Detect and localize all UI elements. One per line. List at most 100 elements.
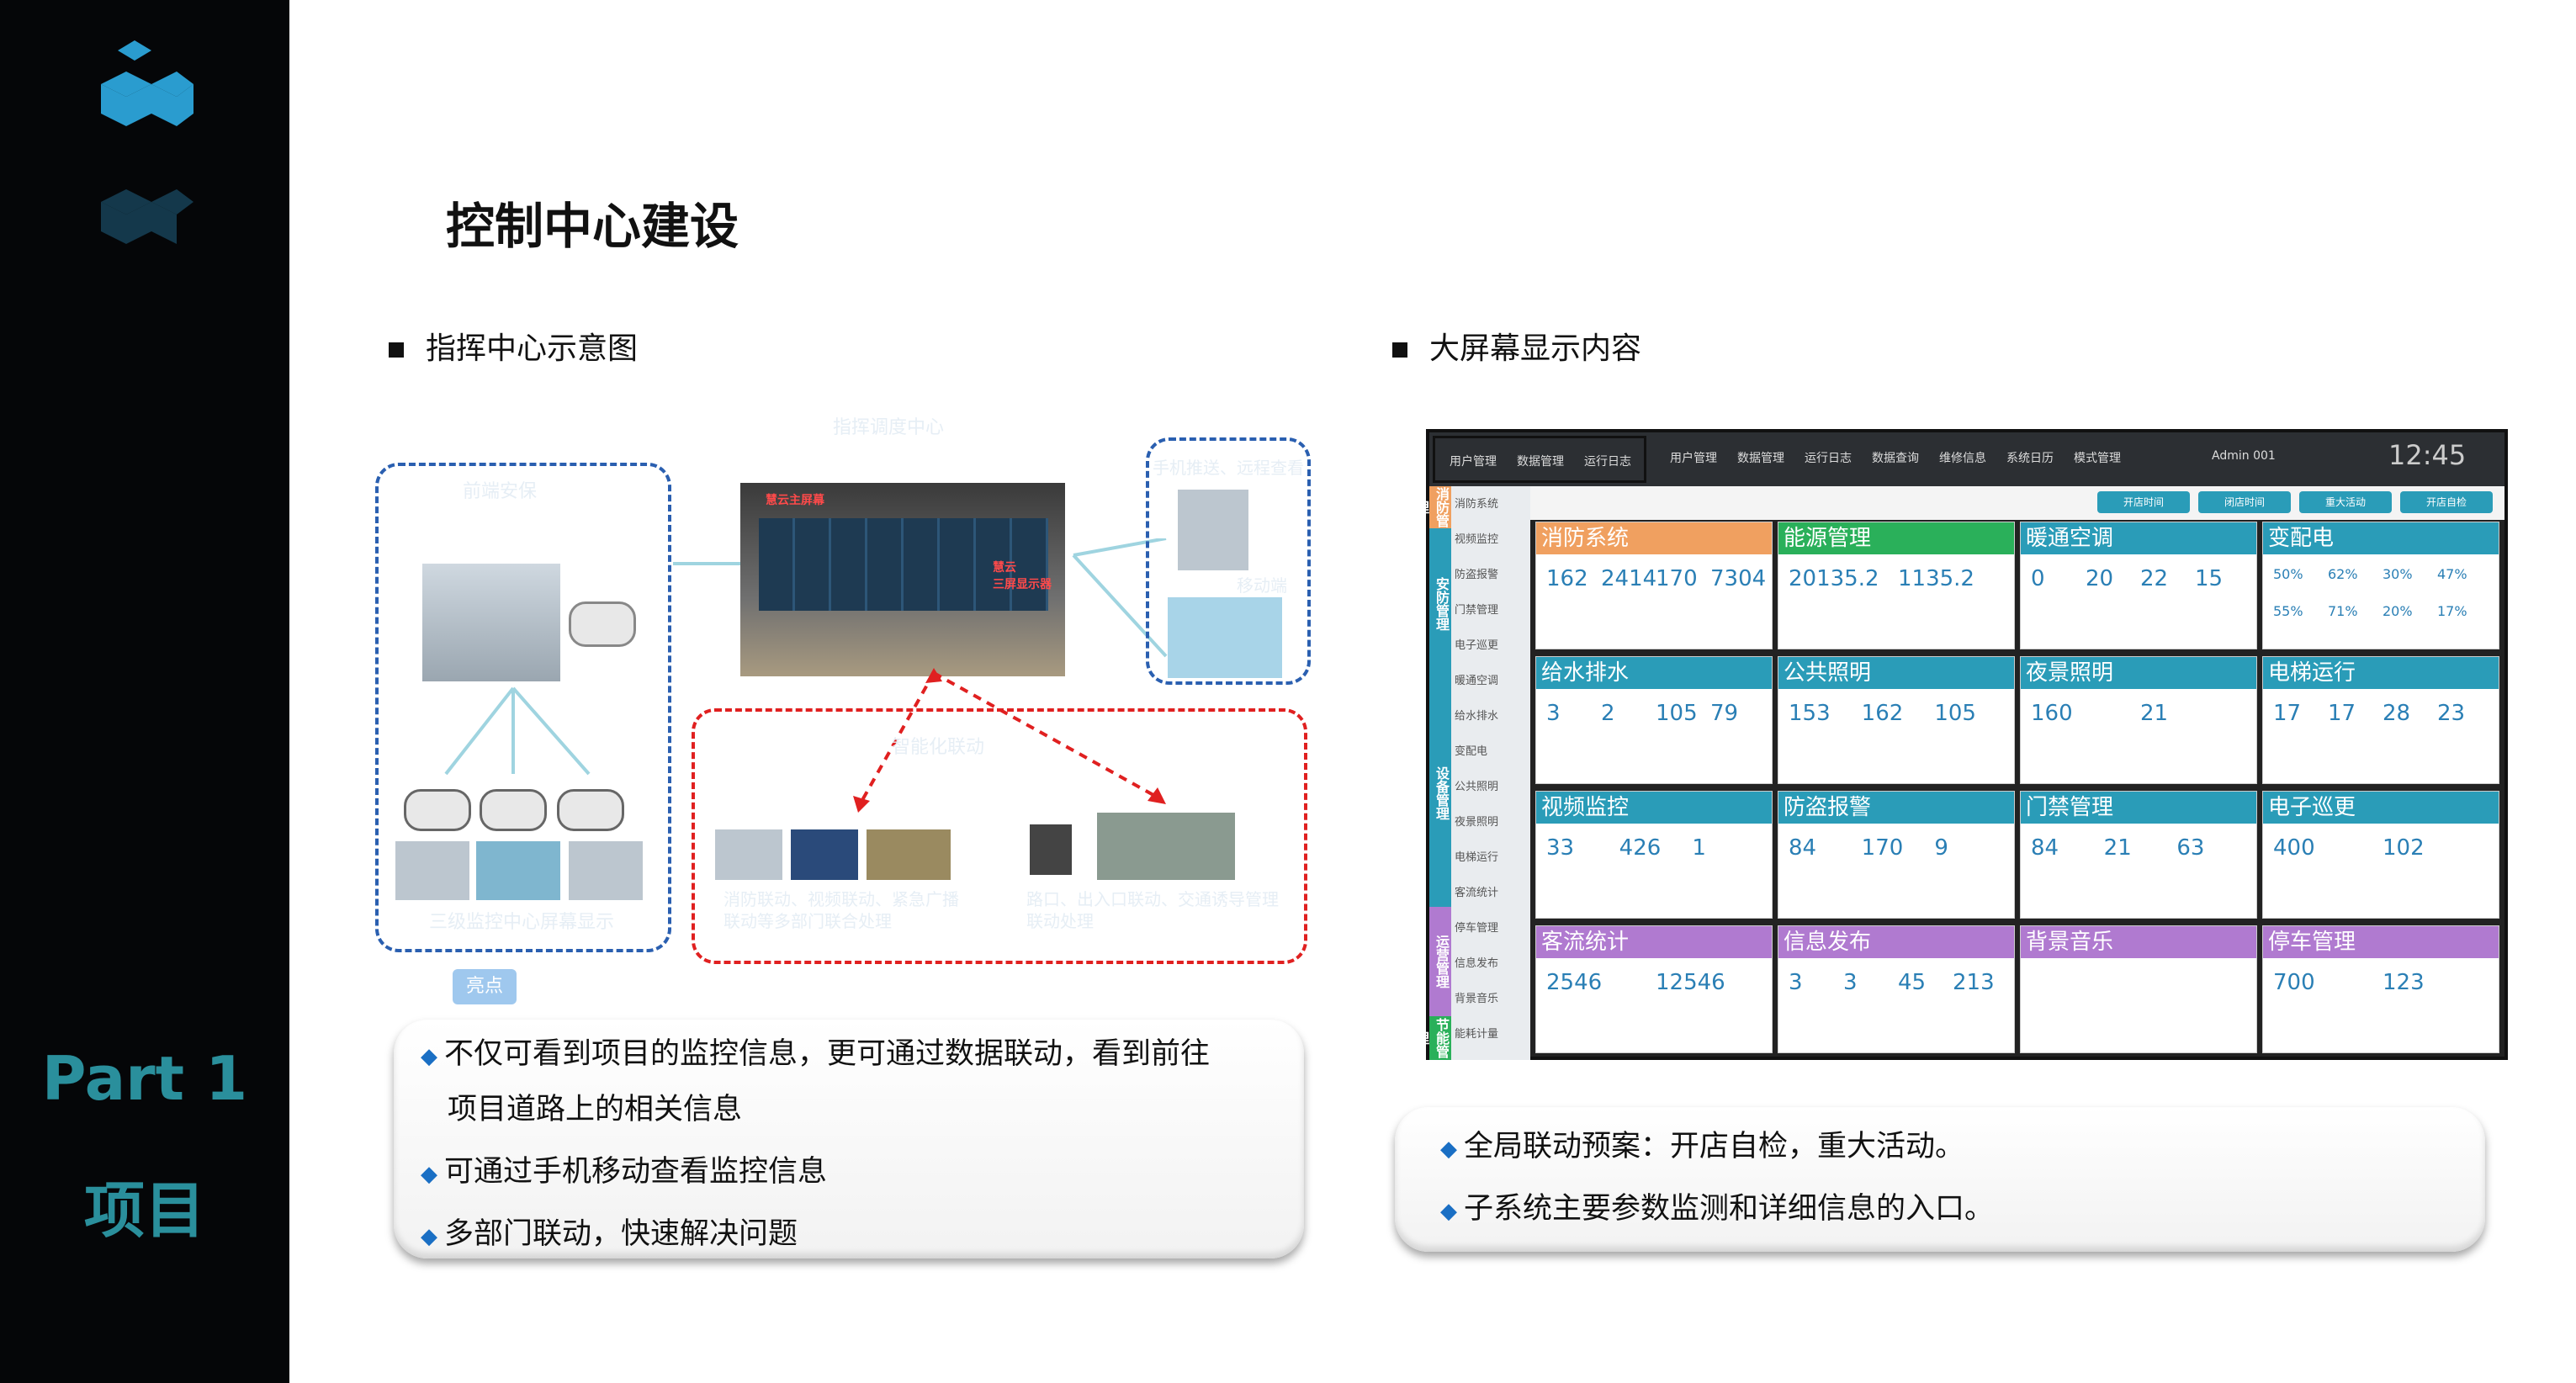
dash-panel[interactable]: 防盗报警 84 170 9 bbox=[1778, 791, 2015, 919]
dash-sidebar-item[interactable]: 给水排水 bbox=[1455, 707, 1498, 723]
panel-value: 400 bbox=[2273, 835, 2315, 861]
admin-menu[interactable]: Admin 001 bbox=[2212, 449, 2276, 463]
panel-value: 0 bbox=[2031, 566, 2045, 591]
right-heading: 大屏幕显示内容 bbox=[1392, 324, 1641, 368]
panel-value: 33 bbox=[1546, 835, 1575, 861]
dash-sidebar-item[interactable]: 防盗报警 bbox=[1455, 565, 1498, 581]
scene-photo bbox=[791, 829, 858, 880]
panel-title: 变配电 bbox=[2263, 522, 2499, 554]
dash-sidebar-item[interactable]: 电子巡更 bbox=[1455, 636, 1498, 652]
dash-sidebar-item[interactable]: 暖通空调 bbox=[1455, 671, 1498, 687]
panel-value: 3 bbox=[1789, 970, 1803, 995]
dash-sidebar-item[interactable]: 电梯运行 bbox=[1455, 848, 1498, 864]
panel-title: 视频监控 bbox=[1536, 792, 1772, 824]
dash-panel[interactable]: 电子巡更 400 102 bbox=[2262, 791, 2499, 919]
nav-item[interactable]: 维修信息 bbox=[1939, 449, 1986, 466]
nav-item[interactable]: 运行日志 bbox=[1805, 449, 1852, 466]
dash-sidebar-item[interactable]: 门禁管理 bbox=[1455, 601, 1498, 617]
dash-sidebar-item[interactable]: 信息发布 bbox=[1455, 954, 1498, 970]
bullet-square-icon bbox=[389, 342, 404, 358]
panel-value: 30% bbox=[2383, 566, 2413, 582]
dash-sidebar-item[interactable]: 客流统计 bbox=[1455, 883, 1498, 899]
dash-panel[interactable]: 变配电 50% 62% 30% 47% 55% 71% 20% 17% bbox=[2262, 522, 2499, 649]
nav-item[interactable]: 数据查询 bbox=[1872, 449, 1919, 466]
phone-photo bbox=[1168, 597, 1282, 678]
dash-panel[interactable]: 能源管理 20135.2 1135.2 bbox=[1778, 522, 2015, 649]
panel-value: 47% bbox=[2437, 566, 2467, 582]
right-box-label: 手机推送、远程查看 bbox=[1153, 458, 1304, 478]
dash-panel[interactable]: 视频监控 33 426 1 bbox=[1535, 791, 1773, 919]
right-notes-card: ◆ 全局联动预案：开店自检，重大活动。 ◆ 子系统主要参数监测和详细信息的入口。 bbox=[1395, 1107, 2485, 1252]
dashboard-header: 用户管理 数据管理 运行日志 用户管理 数据管理 运行日志 数据查询 维修信息 … bbox=[1429, 432, 2504, 486]
open-time-button[interactable]: 开店时间 bbox=[2097, 491, 2190, 513]
panel-value: 55% bbox=[2273, 603, 2303, 619]
dash-sidebar-item[interactable]: 公共照明 bbox=[1455, 777, 1498, 793]
panel-title: 夜景照明 bbox=[2021, 657, 2256, 689]
diamond-icon: ◆ bbox=[1440, 1137, 1457, 1162]
dash-panel[interactable]: 信息发布 3 3 45 213 bbox=[1778, 925, 2015, 1053]
nav-item[interactable]: 运行日志 bbox=[1584, 453, 1631, 469]
nav-item[interactable]: 数据管理 bbox=[1517, 453, 1564, 469]
panel-title: 背景音乐 bbox=[2021, 926, 2256, 958]
dash-sidebar-item[interactable]: 消防系统 bbox=[1455, 495, 1498, 511]
dash-sidebar-item[interactable]: 停车管理 bbox=[1455, 919, 1498, 935]
dash-panel[interactable]: 给水排水 3 2 105 79 bbox=[1535, 656, 1773, 784]
dash-sidebar-item[interactable]: 变配电 bbox=[1455, 742, 1487, 758]
note-text: 项目道路上的相关信息 bbox=[448, 1093, 743, 1126]
dash-panel[interactable]: 暖通空调 0 20 22 15 bbox=[2020, 522, 2257, 649]
panel-value: 2414 bbox=[1601, 566, 1657, 591]
diamond-icon: ◆ bbox=[1440, 1199, 1457, 1224]
nav-item[interactable]: 系统日历 bbox=[2006, 449, 2054, 466]
panel-value: 426 bbox=[1619, 835, 1662, 861]
panel-value: 50% bbox=[2273, 566, 2303, 582]
dash-panel[interactable]: 消防系统 162 2414 170 7304 bbox=[1535, 522, 1773, 649]
panel-title: 能源管理 bbox=[1778, 522, 2014, 554]
panel-title: 公共照明 bbox=[1778, 657, 2014, 689]
red-caption-left: 消防联动、视频联动、紧急广播联动等多部门联合处理 bbox=[724, 889, 959, 931]
nav-item[interactable]: 用户管理 bbox=[1670, 449, 1717, 466]
dash-panel[interactable]: 公共照明 153 162 105 bbox=[1778, 656, 2015, 784]
panel-value: 162 bbox=[1861, 701, 1904, 726]
diamond-icon: ◆ bbox=[421, 1044, 437, 1069]
panel-title: 信息发布 bbox=[1778, 926, 2014, 958]
panel-title: 门禁管理 bbox=[2021, 792, 2256, 824]
close-time-button[interactable]: 闭店时间 bbox=[2198, 491, 2291, 513]
left-heading-text: 指挥中心示意图 bbox=[426, 331, 639, 366]
dash-panel[interactable]: 夜景照明 160 21 bbox=[2020, 656, 2257, 784]
self-check-button[interactable]: 开店自检 bbox=[2400, 491, 2493, 513]
note-line: ◆ 子系统主要参数监测和详细信息的入口。 bbox=[1440, 1181, 1994, 1237]
camera-icon bbox=[557, 789, 624, 831]
camera-icon bbox=[480, 789, 547, 831]
dash-panel[interactable]: 停车管理 700 123 bbox=[2262, 925, 2499, 1053]
left-heading: 指挥中心示意图 bbox=[389, 324, 638, 368]
clock: 12:45 bbox=[2388, 439, 2467, 471]
nav-item[interactable]: 用户管理 bbox=[1450, 453, 1497, 469]
dash-panel[interactable]: 客流统计 2546 12546 bbox=[1535, 925, 1773, 1053]
category-security: 安防管理 bbox=[1429, 528, 1451, 680]
panel-value: 62% bbox=[2328, 566, 2358, 582]
panel-value: 170 bbox=[1861, 835, 1904, 861]
panel-title: 电子巡更 bbox=[2263, 792, 2499, 824]
dash-sidebar-item[interactable]: 能耗计量 bbox=[1455, 1025, 1498, 1041]
note-text: 不仅可看到项目的监控信息，更可通过数据联动，看到前往 bbox=[444, 1037, 1211, 1071]
dash-sidebar-item[interactable]: 背景音乐 bbox=[1455, 989, 1498, 1005]
panel-title: 给水排水 bbox=[1536, 657, 1772, 689]
nav-item[interactable]: 数据管理 bbox=[1737, 449, 1784, 466]
note-text: 子系统主要参数监测和详细信息的入口。 bbox=[1464, 1192, 1995, 1226]
scene-photo bbox=[867, 829, 951, 880]
dash-panel[interactable]: 背景音乐 bbox=[2020, 925, 2257, 1053]
panel-value: 63 bbox=[2176, 835, 2205, 861]
dash-sidebar-item[interactable]: 视频监控 bbox=[1455, 530, 1498, 546]
panel-title: 暖通空调 bbox=[2021, 522, 2256, 554]
diamond-icon: ◆ bbox=[421, 1224, 437, 1249]
nav-item[interactable]: 模式管理 bbox=[2074, 449, 2121, 466]
panel-title: 防盗报警 bbox=[1778, 792, 2014, 824]
panel-value: 9 bbox=[1934, 835, 1948, 861]
note-text: 可通过手机移动查看监控信息 bbox=[444, 1155, 828, 1189]
dash-panel[interactable]: 电梯运行 17 17 28 23 bbox=[2262, 656, 2499, 784]
dash-panel[interactable]: 门禁管理 84 21 63 bbox=[2020, 791, 2257, 919]
dashboard-sidebar: 消防管理 安防管理 设备管理 运营管理 节能管理 消防系统 视频监控 防盗报警 门禁管… bbox=[1413, 486, 1530, 1060]
panel-value: 160 bbox=[2031, 701, 2073, 726]
major-event-button[interactable]: 重大活动 bbox=[2299, 491, 2392, 513]
dash-sidebar-item[interactable]: 夜景照明 bbox=[1455, 813, 1498, 829]
